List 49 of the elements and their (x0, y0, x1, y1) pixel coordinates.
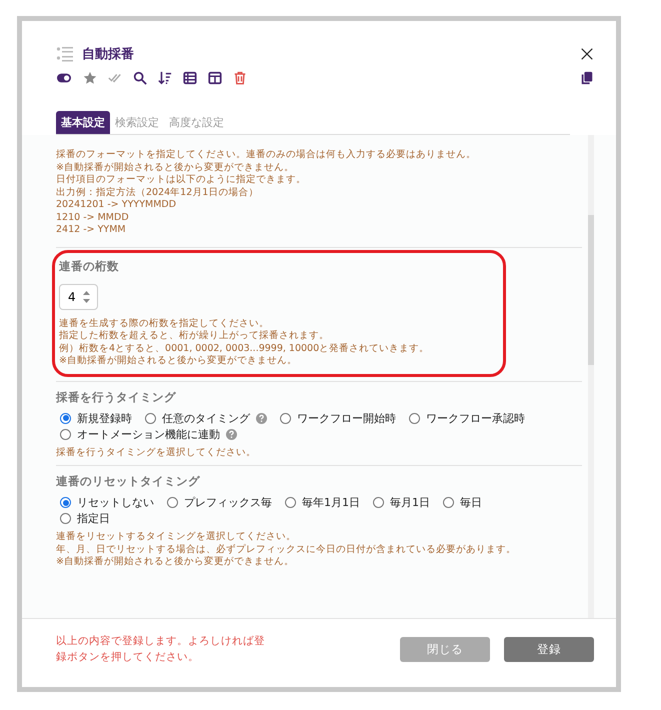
help-text: 20241201 -> YYYYMMDD (56, 199, 178, 212)
double-check-icon[interactable] (108, 71, 122, 85)
help-text: 採番を行うタイミングを選択してください。 (56, 446, 257, 459)
dialog-title: 自動採番 (82, 46, 135, 63)
number-field[interactable]: 4 (59, 284, 98, 310)
trash-icon[interactable] (233, 71, 247, 85)
radio-option[interactable]: 任意のタイミング (145, 410, 267, 426)
radio-option[interactable]: ワークフロー承認時 (409, 410, 525, 426)
section-label: 連番のリセットタイミング (56, 474, 201, 489)
numbered-list-icon (56, 45, 74, 63)
help-text: 連番を生成する際の桁数を指定してください。 (59, 318, 270, 330)
help-text: 日付項目のフォーマットは以下のように指定できます。 (56, 174, 307, 186)
register-button[interactable]: 登録 (504, 637, 594, 662)
star-icon[interactable] (83, 71, 97, 85)
radio-option[interactable]: 毎日 (443, 495, 482, 510)
section-label: 連番の桁数 (59, 258, 120, 274)
help-text: ※自動採番が開始されると後から変更ができません。 (56, 162, 295, 174)
help-text: 出力例：指定方法（2024年12月1日の場合） (56, 186, 260, 199)
section-label: 採番を行うタイミング (56, 390, 177, 404)
radio-option[interactable]: 毎年1月1日 (285, 495, 360, 510)
help-text: 1210 -> MMDD (56, 212, 130, 224)
close-icon[interactable] (580, 47, 594, 61)
help-text: 2412 -> YYMM (56, 224, 127, 236)
toggle-icon[interactable] (56, 71, 72, 85)
help-text: 採番のフォーマットを指定してください。連番のみの場合は何も入力する必要はありません。 (56, 149, 477, 162)
copy-icon[interactable] (580, 71, 594, 85)
confirmation-message: 以上の内容で登録します。よろしければ登録ボタンを押してください。 (56, 634, 266, 665)
radio-option[interactable]: リセットしない (60, 495, 154, 510)
radio-option[interactable]: 毎月1日 (373, 495, 430, 510)
radio-option[interactable]: プレフィックス毎 (167, 495, 272, 510)
radio-option[interactable]: ワークフロー開始時 (280, 410, 396, 426)
help-text: 連番をリセットするタイミングを選択してください。 (56, 531, 297, 544)
table-icon[interactable] (183, 71, 197, 85)
search-icon[interactable] (133, 71, 147, 85)
spinner-icon[interactable] (82, 290, 91, 304)
help-icon[interactable] (226, 428, 237, 440)
scrollbar-thumb[interactable] (588, 215, 594, 365)
radio-option[interactable]: 指定日 (60, 511, 110, 526)
help-icon[interactable] (256, 412, 267, 424)
sort-icon[interactable] (158, 71, 172, 85)
help-text: ※自動採番が開始されると後から変更ができません。 (59, 355, 298, 368)
help-text: 指定した桁数を超えると、桁が繰り上がって採番されます。 (59, 330, 330, 342)
help-text: 例）桁数を4とすると、0001, 0002, 0003...9999, 10000と発番されていきます。 (59, 342, 430, 355)
tab[interactable]: 基本設定 (56, 111, 110, 134)
radio-option[interactable]: オートメーション機能に連動 (60, 426, 237, 442)
help-text: ※自動採番が開始されると後から変更ができません。 (56, 556, 295, 568)
help-text: 年、月、日でリセットする場合は、必ずプレフィックスに今日の日付が含まれている必要があります。 (56, 544, 517, 556)
radio-option[interactable]: 新規登録時 (60, 410, 132, 426)
columns-icon[interactable] (208, 71, 222, 85)
